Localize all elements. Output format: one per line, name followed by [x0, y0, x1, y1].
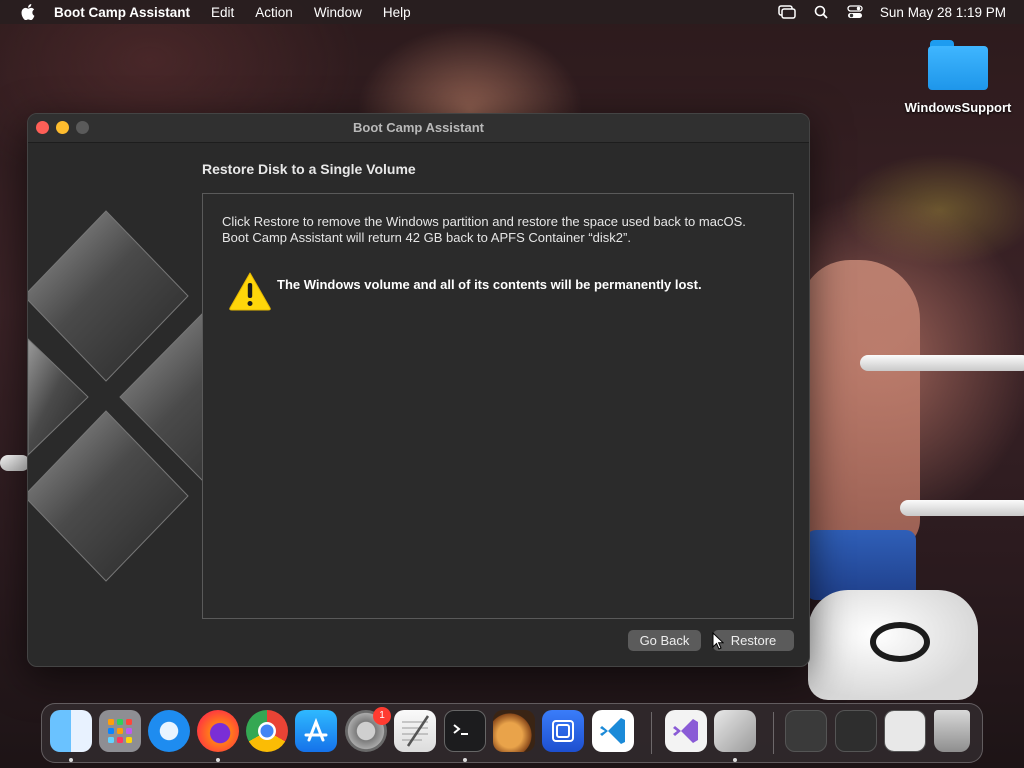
menu-action[interactable]: Action	[255, 5, 293, 20]
screen-mirroring-icon[interactable]	[778, 5, 796, 19]
glove-logo	[870, 622, 930, 662]
dock-firefox-icon[interactable]	[197, 710, 239, 752]
dock-trash-icon[interactable]	[934, 710, 970, 752]
folder-icon	[928, 38, 988, 90]
description-line-1: Click Restore to remove the Windows part…	[222, 214, 746, 229]
running-indicator	[733, 758, 737, 762]
menu-bar: Boot Camp Assistant Edit Action Window H…	[0, 0, 1024, 24]
warning-icon	[229, 272, 271, 311]
window-title: Boot Camp Assistant	[353, 120, 484, 135]
dock-launchpad-icon[interactable]	[99, 710, 141, 752]
folder-label: WindowsSupport	[904, 100, 1012, 115]
running-indicator	[69, 758, 73, 762]
ring-rope	[900, 500, 1024, 516]
menu-edit[interactable]: Edit	[211, 5, 234, 20]
dock-garageband-icon[interactable]	[493, 710, 535, 752]
control-center-icon[interactable]	[846, 5, 864, 19]
dock-minimized-window-1[interactable]	[785, 710, 827, 752]
dock-separator	[651, 712, 652, 754]
dock-terminal-icon[interactable]	[444, 710, 486, 752]
dock-vscode-icon[interactable]	[592, 710, 634, 752]
dock-minimized-window-3[interactable]	[884, 710, 926, 752]
mouse-cursor-icon	[712, 632, 724, 650]
content-panel: Click Restore to remove the Windows part…	[202, 193, 794, 619]
dock-separator	[773, 712, 774, 754]
menu-window[interactable]: Window	[314, 5, 362, 20]
dock-finder-icon[interactable]	[50, 710, 92, 752]
page-heading: Restore Disk to a Single Volume	[202, 161, 416, 177]
warning-text: The Windows volume and all of its conten…	[277, 277, 702, 292]
boot-camp-window: Boot Camp Assistant Restore Disk to a Si…	[27, 113, 810, 667]
ring-rope	[860, 355, 1024, 371]
running-indicator	[463, 758, 467, 762]
dock-remote-desktop-icon[interactable]	[542, 710, 584, 752]
app-name-menu[interactable]: Boot Camp Assistant	[54, 5, 190, 20]
dock-app-store-icon[interactable]	[295, 710, 337, 752]
dock-safari-icon[interactable]	[148, 710, 190, 752]
dock	[41, 703, 983, 763]
go-back-button[interactable]: Go Back	[628, 630, 701, 651]
menubar-clock[interactable]: Sun May 28 1:19 PM	[880, 5, 1006, 20]
search-icon[interactable]	[812, 5, 830, 19]
running-indicator	[216, 758, 220, 762]
dock-minimized-window-2[interactable]	[835, 710, 877, 752]
title-bar[interactable]: Boot Camp Assistant	[28, 114, 809, 143]
apple-menu-icon[interactable]	[20, 4, 36, 20]
ring-rope	[0, 455, 30, 471]
dock-textedit-icon[interactable]	[394, 710, 436, 752]
restore-button[interactable]: Restore	[713, 630, 794, 651]
description-line-2: Boot Camp Assistant will return 42 GB ba…	[222, 230, 631, 245]
description-text: Click Restore to remove the Windows part…	[222, 214, 782, 246]
dock-boot-camp-assistant-icon[interactable]	[714, 710, 756, 752]
desktop-folder-windowssupport[interactable]: WindowsSupport	[900, 38, 1016, 115]
notification-badge: 1	[373, 707, 391, 725]
dock-visual-studio-icon[interactable]	[665, 710, 707, 752]
menu-help[interactable]: Help	[383, 5, 411, 20]
dock-chrome-icon[interactable]	[246, 710, 288, 752]
